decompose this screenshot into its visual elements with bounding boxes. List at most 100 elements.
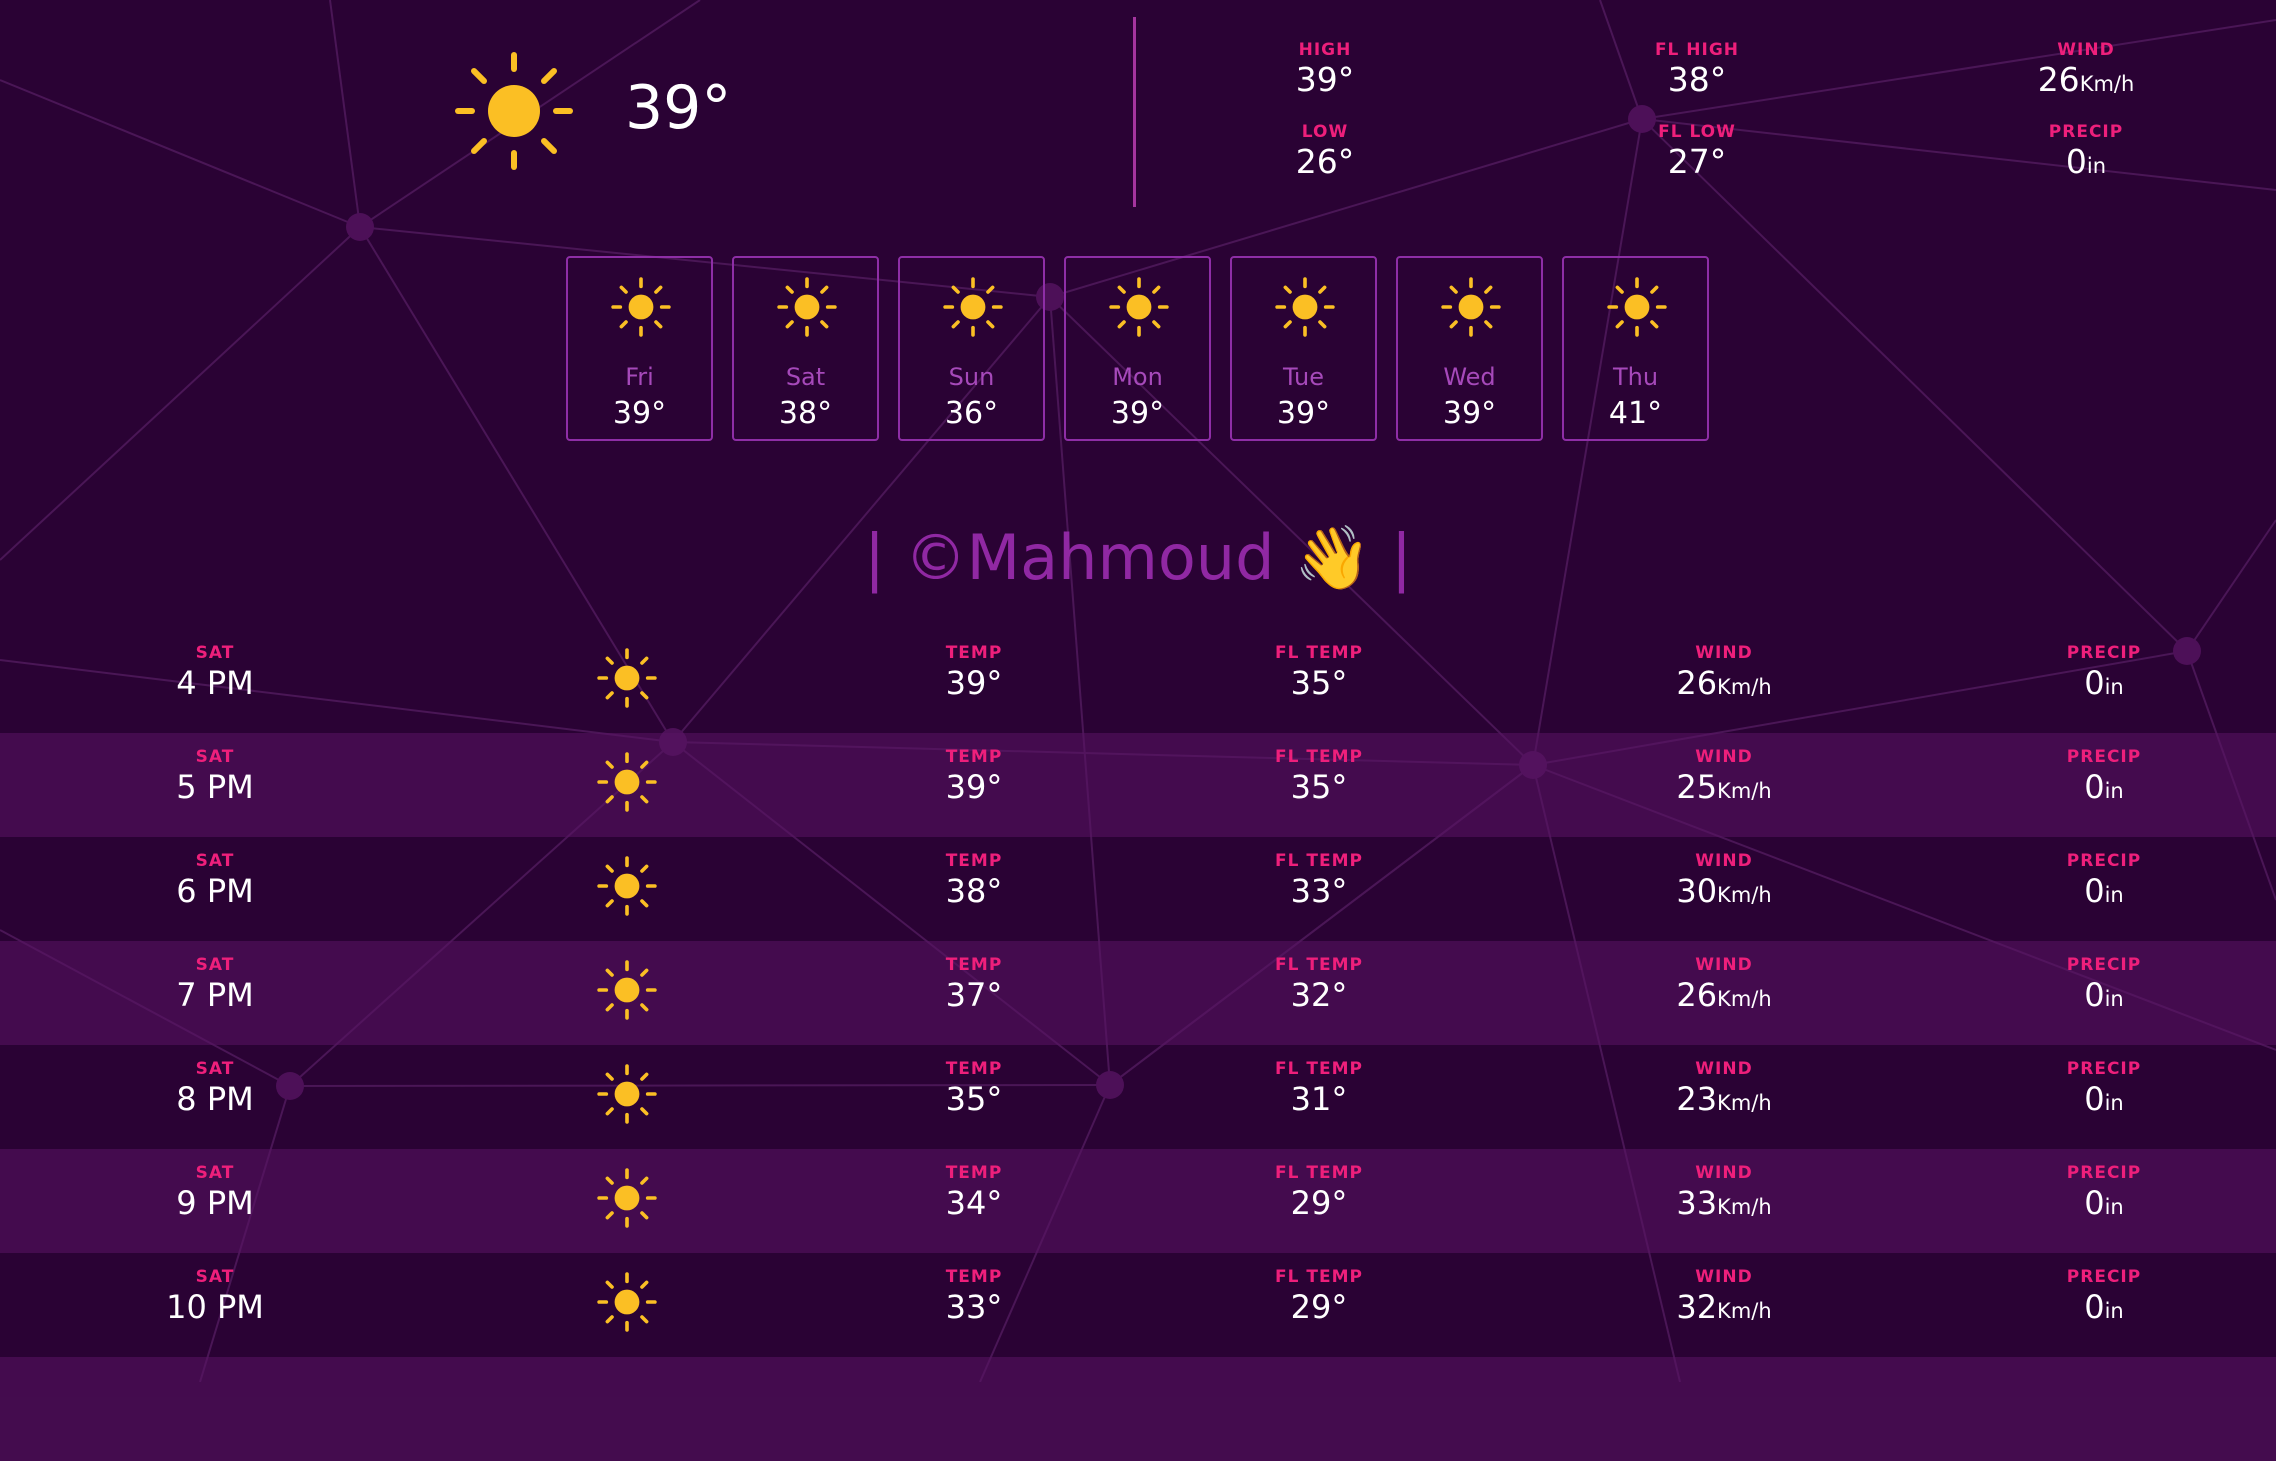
precip-label: PRECIP (2048, 122, 2124, 142)
sun-icon (597, 856, 657, 916)
fl-temp-value: 35° (1290, 664, 1348, 702)
wind-value: 26Km/h (1676, 664, 1772, 702)
precip-value: 0in (2084, 872, 2124, 910)
hour-day: SAT (195, 1059, 235, 1079)
high-value: 39° (1295, 60, 1355, 99)
sun-icon (597, 648, 657, 708)
precip-value: 0in (2084, 664, 2124, 702)
temp-cell: TEMP 35° (914, 1059, 1034, 1119)
fl-temp-label: FL TEMP (1275, 643, 1363, 663)
hour-cell: SAT 5 PM (155, 747, 275, 807)
temp-value: 35° (945, 1080, 1003, 1118)
hour-time: 10 PM (166, 1288, 264, 1326)
wind-cell: WIND 23Km/h (1634, 1059, 1814, 1123)
day-card-fri[interactable]: Fri 39° (566, 256, 713, 441)
day-name: Tue (1283, 363, 1324, 391)
fl-temp-value: 35° (1290, 768, 1348, 806)
temp-label: TEMP (945, 851, 1003, 871)
temp-value: 39° (945, 664, 1003, 702)
temp-cell: TEMP 39° (914, 747, 1034, 807)
wind-value: 26Km/h (2037, 60, 2135, 99)
day-temp: 39° (1110, 396, 1165, 431)
precip-label: PRECIP (2066, 643, 2142, 663)
precip-value: 0in (2065, 142, 2107, 181)
temp-label: TEMP (945, 747, 1003, 767)
fl-high-stat: FL HIGH 38° (1607, 40, 1787, 100)
fl-temp-label: FL TEMP (1275, 1267, 1363, 1287)
wind-cell: WIND 26Km/h (1634, 955, 1814, 1019)
sun-icon (455, 52, 573, 170)
sun-icon (1275, 277, 1335, 337)
hour-time: 7 PM (176, 976, 254, 1014)
hour-time: 5 PM (176, 768, 254, 806)
wind-cell: WIND 32Km/h (1634, 1267, 1814, 1331)
precip-cell: PRECIP 0in (2034, 1163, 2174, 1227)
wind-label: WIND (2057, 40, 2115, 60)
precip-value: 0in (2084, 976, 2124, 1014)
day-name: Sat (785, 363, 826, 391)
hour-cell: SAT 7 PM (155, 955, 275, 1015)
precip-cell: PRECIP 0in (2034, 643, 2174, 707)
precip-value: 0in (2084, 1184, 2124, 1222)
temp-label: TEMP (945, 1163, 1003, 1183)
precip-label: PRECIP (2066, 851, 2142, 871)
fl-temp-value: 32° (1290, 976, 1348, 1014)
day-card-thu[interactable]: Thu 41° (1562, 256, 1709, 441)
wind-stat: WIND 26Km/h (1996, 40, 2176, 104)
sun-icon (597, 1168, 657, 1228)
fl-temp-label: FL TEMP (1275, 955, 1363, 975)
wind-label: WIND (1695, 1059, 1753, 1079)
day-name: Fri (625, 363, 654, 391)
hour-day: SAT (195, 851, 235, 871)
day-temp: 39° (1442, 396, 1497, 431)
sun-icon (1607, 277, 1667, 337)
precip-cell: PRECIP 0in (2034, 1059, 2174, 1123)
credit-text: | ©Mahmoud 👋 | (864, 521, 1412, 594)
wind-value: 32Km/h (1676, 1288, 1772, 1326)
precip-label: PRECIP (2066, 1267, 2142, 1287)
fl-temp-value: 29° (1290, 1288, 1348, 1326)
wind-value: 23Km/h (1676, 1080, 1772, 1118)
sun-icon (1109, 277, 1169, 337)
hour-day: SAT (195, 747, 235, 767)
day-temp: 39° (1276, 396, 1331, 431)
temp-cell: TEMP 38° (914, 851, 1034, 911)
hour-cell: SAT 10 PM (155, 1267, 275, 1327)
wind-label: WIND (1695, 747, 1753, 767)
day-name: Sun (948, 363, 995, 391)
wind-value: 25Km/h (1676, 768, 1772, 806)
day-card-wed[interactable]: Wed 39° (1396, 256, 1543, 441)
fl-low-stat: FL LOW 27° (1607, 122, 1787, 182)
temp-value: 33° (945, 1288, 1003, 1326)
hour-cell: SAT 6 PM (155, 851, 275, 911)
wind-cell: WIND 30Km/h (1634, 851, 1814, 915)
temp-value: 37° (945, 976, 1003, 1014)
fl-temp-value: 29° (1290, 1184, 1348, 1222)
fl-high-value: 38° (1667, 60, 1727, 99)
wind-label: WIND (1695, 851, 1753, 871)
sun-icon (597, 960, 657, 1020)
day-card-sat[interactable]: Sat 38° (732, 256, 879, 441)
precip-label: PRECIP (2066, 747, 2142, 767)
temp-value: 39° (945, 768, 1003, 806)
fl-temp-label: FL TEMP (1275, 1059, 1363, 1079)
day-temp: 39° (612, 396, 667, 431)
low-stat: LOW 26° (1235, 122, 1415, 182)
hourly-row: SAT 9 PM TEMP 34° FL TEMP 29° WIND 33Km/… (0, 1149, 2276, 1253)
high-stat: HIGH 39° (1235, 40, 1415, 100)
precip-cell: PRECIP 0in (2034, 1267, 2174, 1331)
hourly-row: SAT 4 PM TEMP 39° FL TEMP 35° WIND 26Km/… (0, 629, 2276, 733)
fl-high-label: FL HIGH (1654, 40, 1740, 60)
day-card-mon[interactable]: Mon 39° (1064, 256, 1211, 441)
precip-stat: PRECIP 0in (1996, 122, 2176, 186)
day-card-tue[interactable]: Tue 39° (1230, 256, 1377, 441)
fl-temp-label: FL TEMP (1275, 851, 1363, 871)
day-card-sun[interactable]: Sun 36° (898, 256, 1045, 441)
fl-temp-label: FL TEMP (1275, 1163, 1363, 1183)
temp-cell: TEMP 39° (914, 643, 1034, 703)
hour-time: 6 PM (176, 872, 254, 910)
current-temperature: 39° (625, 73, 732, 143)
day-name: Thu (1612, 363, 1659, 391)
temp-label: TEMP (945, 1267, 1003, 1287)
hourly-row: SAT 5 PM TEMP 39° FL TEMP 35° WIND 25Km/… (0, 733, 2276, 837)
